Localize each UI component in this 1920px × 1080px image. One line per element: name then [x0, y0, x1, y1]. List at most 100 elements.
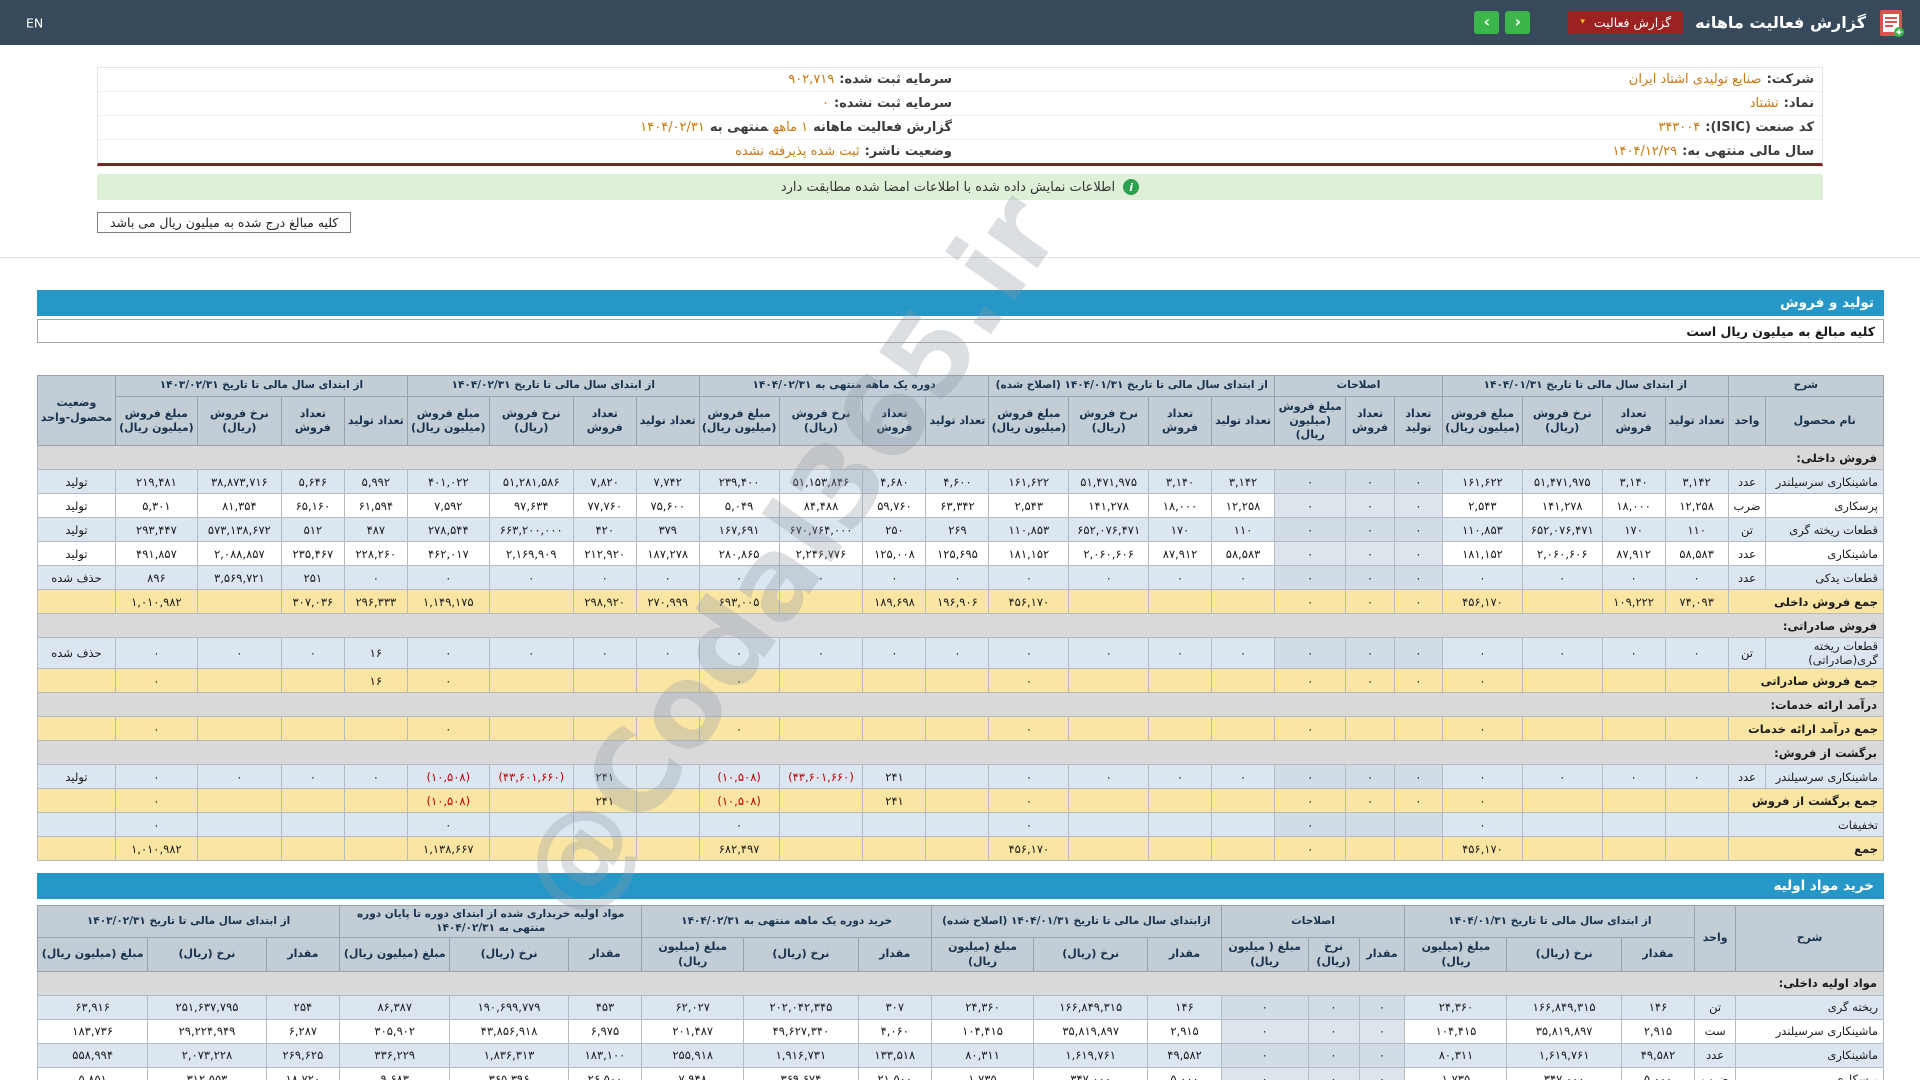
- value-cell: ۵۱,۱۵۳,۸۴۶: [778, 469, 864, 494]
- company-info-cell: سرمایه ثبت نشده: ۰: [98, 92, 960, 115]
- value-cell: ۱,۱۳۸,۶۶۷: [406, 836, 490, 861]
- column-header: مبلغ (میلیون ریال): [641, 937, 745, 972]
- column-header: مبلغ (میلیون ریال): [1404, 937, 1508, 972]
- value-cell: ۷,۸۲۰: [572, 469, 637, 494]
- value-cell: ۵,۳۰۱: [114, 493, 198, 518]
- value-cell: ۰: [778, 565, 864, 590]
- company-link[interactable]: صنایع تولیدی اشتاد ایران: [1629, 72, 1762, 87]
- value-cell: ۲۹۳,۴۴۷: [114, 517, 198, 542]
- value-cell: ۲,۲۴۶,۷۷۶: [778, 541, 864, 566]
- column-header: مقدار: [1620, 937, 1696, 972]
- company-info: شرکت: صنایع تولیدی اشتاد ایران سرمایه ثبت …: [97, 67, 1823, 166]
- value-cell: [1211, 589, 1276, 614]
- value-cell: ۳,۱۴۲: [1211, 469, 1276, 494]
- column-header: تعداد تولید: [1211, 396, 1276, 446]
- table-row: پرسکاری ضرب ۱۲,۲۵۸ ۱۸,۰۰۰ ۱۴۱,۲۷۸ ۲,۵۴۳ ۰ ۰ ۰ ۱۲,…: [37, 493, 1884, 518]
- value-cell: [1068, 716, 1150, 741]
- product-name-cell: ماشینکاری: [1735, 1042, 1884, 1068]
- value-cell: [1601, 716, 1666, 741]
- value-cell: ۲۳۹,۴۰۰: [698, 469, 780, 494]
- value-cell: [1068, 668, 1150, 693]
- value-cell: ۰: [1393, 469, 1444, 494]
- value-cell: ۰: [1442, 788, 1523, 813]
- value-cell: ۳,۱۴۰: [1601, 469, 1666, 494]
- row-label: جمع برگشت از فروش: [1727, 788, 1885, 813]
- value-cell: ۶۹۳,۰۰۵: [698, 589, 780, 614]
- value-cell: [778, 836, 864, 861]
- value-cell: ۱۶: [343, 637, 408, 669]
- next-report-button[interactable]: ›: [1505, 11, 1531, 34]
- value-cell: ۱,۰۱۰,۹۸۲: [114, 836, 198, 861]
- column-header: تعداد تولید: [1664, 396, 1729, 446]
- value-cell: [778, 589, 864, 614]
- value-cell: ۰: [1274, 668, 1347, 693]
- value-cell: ۴۵۶,۱۷۰: [988, 836, 1070, 861]
- column-group-header: از ابتدای سال مالی تا تاریخ ۱۴۰۴/۰۱/۳۱: [1404, 904, 1696, 939]
- value-cell: ۱۰۹,۲۲۲: [1601, 589, 1666, 614]
- value-cell: ۰: [1220, 1066, 1309, 1080]
- company-link[interactable]: تشتاد: [1750, 96, 1779, 111]
- value-cell: ۳۶۹,۶۷۴: [743, 1066, 859, 1080]
- report-icon: [1878, 8, 1904, 38]
- value-cell: ۰: [1442, 637, 1523, 669]
- value-cell: ۰: [1393, 668, 1444, 693]
- value-cell: [1521, 589, 1603, 614]
- value-cell: ۳,۵۶۹,۷۲۱: [196, 565, 282, 590]
- value-cell: ۱۸۱,۱۵۲: [988, 541, 1070, 566]
- value-cell: ۰: [1220, 994, 1309, 1020]
- value-cell: ۰: [1393, 517, 1444, 542]
- value-cell: ۰: [988, 764, 1070, 789]
- column-header: مقدار: [1358, 937, 1406, 972]
- page: گزارش فعالیت ماهانه گزارش فعالیت ▾ › ‹ E…: [0, 0, 1920, 1080]
- value-cell: [862, 668, 927, 693]
- value-cell: ۴۵۶,۱۷۰: [1442, 836, 1523, 861]
- value-cell: [1148, 589, 1213, 614]
- value-cell: [635, 668, 700, 693]
- value-cell: ۰: [114, 788, 198, 813]
- value-cell: ۱۲,۲۵۸: [1211, 493, 1276, 518]
- value-cell: ۱۲,۲۵۸: [1664, 493, 1729, 518]
- status-cell: [37, 589, 116, 614]
- prev-report-button[interactable]: ‹: [1474, 11, 1500, 34]
- value-cell: ۱,۶۱۹,۷۶۱: [1033, 1042, 1149, 1068]
- language-toggle-en[interactable]: EN: [26, 15, 43, 30]
- value-cell: ۸۰,۳۱۱: [930, 1042, 1035, 1068]
- value-cell: ۲۴۱: [862, 788, 927, 813]
- value-cell: [635, 836, 700, 861]
- value-cell: ۲۵۴: [265, 994, 341, 1020]
- value-cell: ۰: [988, 565, 1070, 590]
- value-cell: ۰: [1664, 764, 1729, 789]
- unit-cell: عدد: [1727, 469, 1767, 494]
- company-info-cell: گزارش فعالیت ماهانه ۱ ماهه منتهی به ۱۴۰۴/۰۲…: [98, 116, 960, 139]
- value-cell: ۵۹,۷۶۰: [862, 493, 927, 518]
- value-cell: ۰: [1358, 994, 1406, 1020]
- value-cell: ۰: [1068, 565, 1150, 590]
- status-cell: [37, 668, 116, 693]
- value-cell: ۴۵۳: [567, 994, 643, 1020]
- table-row: ماشینکاری عدد ۴۹,۵۸۲ ۱,۶۱۹,۷۶۱ ۸۰,۳۱۱ ۰ ۰ ۰ ۴۹,۵…: [36, 1042, 1884, 1068]
- value-cell: ۲,۰۷۳,۲۲۸: [147, 1042, 267, 1068]
- value-cell: ۰: [1393, 589, 1444, 614]
- value-cell: ۰: [1442, 764, 1523, 789]
- value-cell: ۴۶۲,۰۱۷: [406, 541, 490, 566]
- value-cell: ۰: [1274, 517, 1347, 542]
- company-info-cell: وضعیت ناشر: ثبت شده پذیرفته نشده: [98, 140, 960, 163]
- value-cell: ۱۱۰: [1664, 517, 1729, 542]
- column-group-header: اصلاحات: [1220, 904, 1406, 939]
- value-cell: [1601, 812, 1666, 837]
- value-cell: ۶۵۲,۰۷۶,۴۷۱: [1521, 517, 1603, 542]
- value-cell: ۱۴۱,۲۷۸: [1521, 493, 1603, 518]
- chevron-down-icon: ▾: [1580, 17, 1585, 27]
- value-cell: ۰: [1345, 637, 1395, 669]
- value-cell: ۰: [1521, 764, 1603, 789]
- value-cell: ۲,۰۸۸,۸۵۷: [196, 541, 282, 566]
- value-cell: ۰: [778, 637, 864, 669]
- value-cell: ۴۹۱,۸۵۷: [114, 541, 198, 566]
- report-type-dropdown[interactable]: گزارش فعالیت ▾: [1568, 11, 1684, 34]
- status-cell: [37, 788, 116, 813]
- value-cell: ۰: [1307, 1018, 1360, 1044]
- column-group-header: از ابتدای سال مالی تا تاریخ ۱۴۰۳/۰۲/۳۱: [114, 375, 408, 397]
- value-cell: ۰: [988, 788, 1070, 813]
- top-bar: گزارش فعالیت ماهانه گزارش فعالیت ▾ › ‹ E…: [0, 0, 1920, 45]
- value-cell: ۱,۷۳۵: [1404, 1066, 1508, 1080]
